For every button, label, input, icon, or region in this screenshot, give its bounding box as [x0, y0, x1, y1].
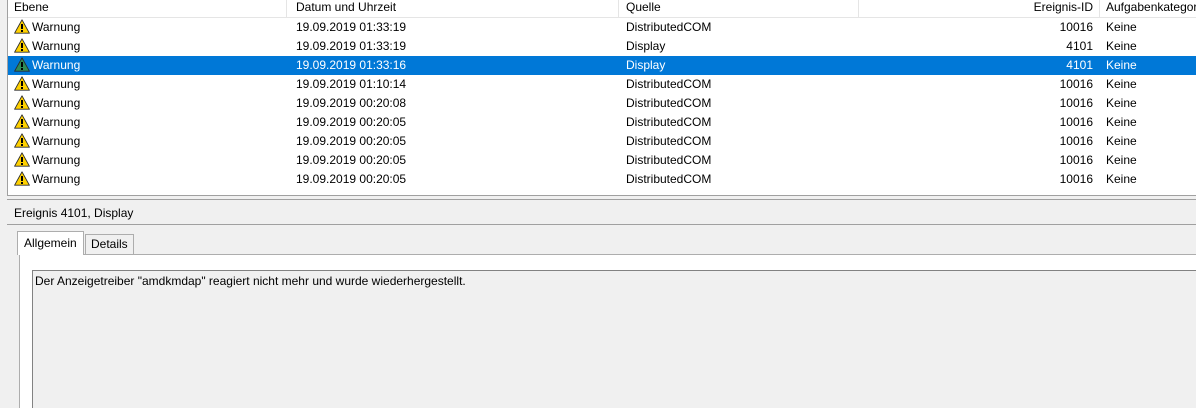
- datetime-cell: 19.09.2019 00:20:08: [296, 96, 407, 110]
- level-cell: Warnung: [14, 94, 284, 113]
- event-id-cell: 10016: [1059, 77, 1093, 91]
- divider: [7, 224, 1196, 225]
- table-row[interactable]: Warnung 19.09.2019 00:20:05 DistributedCOM…: [8, 132, 1196, 151]
- table-row[interactable]: Warnung 19.09.2019 01:10:14 DistributedCOM…: [8, 75, 1196, 94]
- table-row[interactable]: Warnung 19.09.2019 00:20:05 DistributedCOM…: [8, 151, 1196, 170]
- table-row[interactable]: Warnung 19.09.2019 01:33:19 Display 4101 Kei…: [8, 37, 1196, 56]
- warning-icon: [14, 19, 30, 34]
- event-description-box[interactable]: Der Anzeigetreiber "amdkmdap" reagiert n…: [32, 270, 1196, 408]
- column-header-category[interactable]: Aufgabenkategor: [1106, 0, 1196, 17]
- source-cell: Display: [626, 58, 666, 72]
- event-id-cell: 10016: [1059, 20, 1093, 34]
- level-cell: Warnung: [14, 18, 284, 37]
- level-text: Warnung: [32, 153, 81, 167]
- pane-splitter[interactable]: [7, 199, 1196, 200]
- event-id-cell: 10016: [1059, 153, 1093, 167]
- column-header-level[interactable]: Ebene: [14, 0, 284, 17]
- level-text: Warnung: [32, 20, 81, 34]
- level-text: Warnung: [32, 96, 81, 110]
- datetime-cell: 19.09.2019 01:33:19: [296, 20, 407, 34]
- source-cell: DistributedCOM: [626, 134, 712, 148]
- event-list[interactable]: Ebene Datum und Uhrzeit Quelle Ereignis-…: [7, 0, 1196, 196]
- level-text: Warnung: [32, 39, 81, 53]
- warning-icon: [14, 95, 30, 110]
- event-id-cell: 10016: [1059, 96, 1093, 110]
- level-text: Warnung: [32, 58, 81, 72]
- category-cell: Keine: [1106, 115, 1137, 129]
- category-cell: Keine: [1106, 172, 1137, 186]
- datetime-cell: 19.09.2019 00:20:05: [296, 153, 407, 167]
- source-cell: DistributedCOM: [626, 96, 712, 110]
- column-divider[interactable]: [1099, 0, 1100, 17]
- category-cell: Keine: [1106, 58, 1137, 72]
- event-viewer-panel: Ebene Datum und Uhrzeit Quelle Ereignis-…: [0, 0, 1196, 408]
- source-cell: DistributedCOM: [626, 77, 712, 91]
- event-description-text: Der Anzeigetreiber "amdkmdap" reagiert n…: [35, 274, 466, 288]
- warning-icon: [14, 114, 30, 129]
- column-header-source[interactable]: Quelle: [626, 0, 846, 17]
- level-cell: Warnung: [14, 170, 284, 189]
- source-cell: DistributedCOM: [626, 153, 712, 167]
- source-cell: DistributedCOM: [626, 172, 712, 186]
- source-cell: DistributedCOM: [626, 115, 712, 129]
- datetime-cell: 19.09.2019 01:33:19: [296, 39, 407, 53]
- table-row[interactable]: Warnung 19.09.2019 00:20:08 DistributedCOM…: [8, 94, 1196, 113]
- datetime-cell: 19.09.2019 00:20:05: [296, 115, 407, 129]
- category-cell: Keine: [1106, 134, 1137, 148]
- table-row[interactable]: Warnung 19.09.2019 00:20:05 DistributedCOM…: [8, 170, 1196, 189]
- event-id-cell: 4101: [1066, 39, 1093, 53]
- datetime-cell: 19.09.2019 01:33:16: [296, 58, 407, 72]
- column-header-datetime[interactable]: Datum und Uhrzeit: [296, 0, 616, 17]
- level-text: Warnung: [32, 115, 81, 129]
- warning-icon: [14, 152, 30, 167]
- event-list-header: Ebene Datum und Uhrzeit Quelle Ereignis-…: [8, 0, 1196, 18]
- column-header-event-id[interactable]: Ereignis-ID: [868, 0, 1093, 17]
- event-id-cell: 10016: [1059, 115, 1093, 129]
- level-cell: Warnung: [14, 75, 284, 94]
- warning-icon: [14, 171, 30, 186]
- level-cell: Warnung: [14, 151, 284, 170]
- category-cell: Keine: [1106, 20, 1137, 34]
- warning-icon: [14, 38, 30, 53]
- level-cell: Warnung: [14, 132, 284, 151]
- warning-icon: [14, 57, 30, 72]
- level-cell: Warnung: [14, 37, 284, 56]
- source-cell: Display: [626, 39, 666, 53]
- column-divider[interactable]: [858, 0, 859, 17]
- tab-general[interactable]: Allgemein: [17, 231, 84, 255]
- warning-icon: [14, 133, 30, 148]
- source-cell: DistributedCOM: [626, 20, 712, 34]
- datetime-cell: 19.09.2019 01:10:14: [296, 77, 407, 91]
- datetime-cell: 19.09.2019 00:20:05: [296, 172, 407, 186]
- category-cell: Keine: [1106, 96, 1137, 110]
- category-cell: Keine: [1106, 153, 1137, 167]
- level-text: Warnung: [32, 172, 81, 186]
- level-text: Warnung: [32, 134, 81, 148]
- event-id-cell: 10016: [1059, 134, 1093, 148]
- table-row[interactable]: Warnung 19.09.2019 01:33:19 DistributedCOM…: [8, 18, 1196, 37]
- event-id-cell: 4101: [1066, 58, 1093, 72]
- category-cell: Keine: [1106, 39, 1137, 53]
- event-detail-title: Ereignis 4101, Display: [14, 206, 134, 220]
- selected-table-row[interactable]: Warnung 19.09.2019 01:33:16 Display 4101 Kei…: [8, 56, 1196, 75]
- column-divider[interactable]: [618, 0, 619, 17]
- category-cell: Keine: [1106, 77, 1137, 91]
- table-row[interactable]: Warnung 19.09.2019 00:20:05 DistributedCOM…: [8, 113, 1196, 132]
- column-divider[interactable]: [286, 0, 287, 17]
- tab-details[interactable]: Details: [85, 234, 134, 254]
- level-text: Warnung: [32, 77, 81, 91]
- event-id-cell: 10016: [1059, 172, 1093, 186]
- warning-icon: [14, 76, 30, 91]
- level-cell: Warnung: [14, 113, 284, 132]
- level-cell: Warnung: [14, 56, 284, 75]
- datetime-cell: 19.09.2019 00:20:05: [296, 134, 407, 148]
